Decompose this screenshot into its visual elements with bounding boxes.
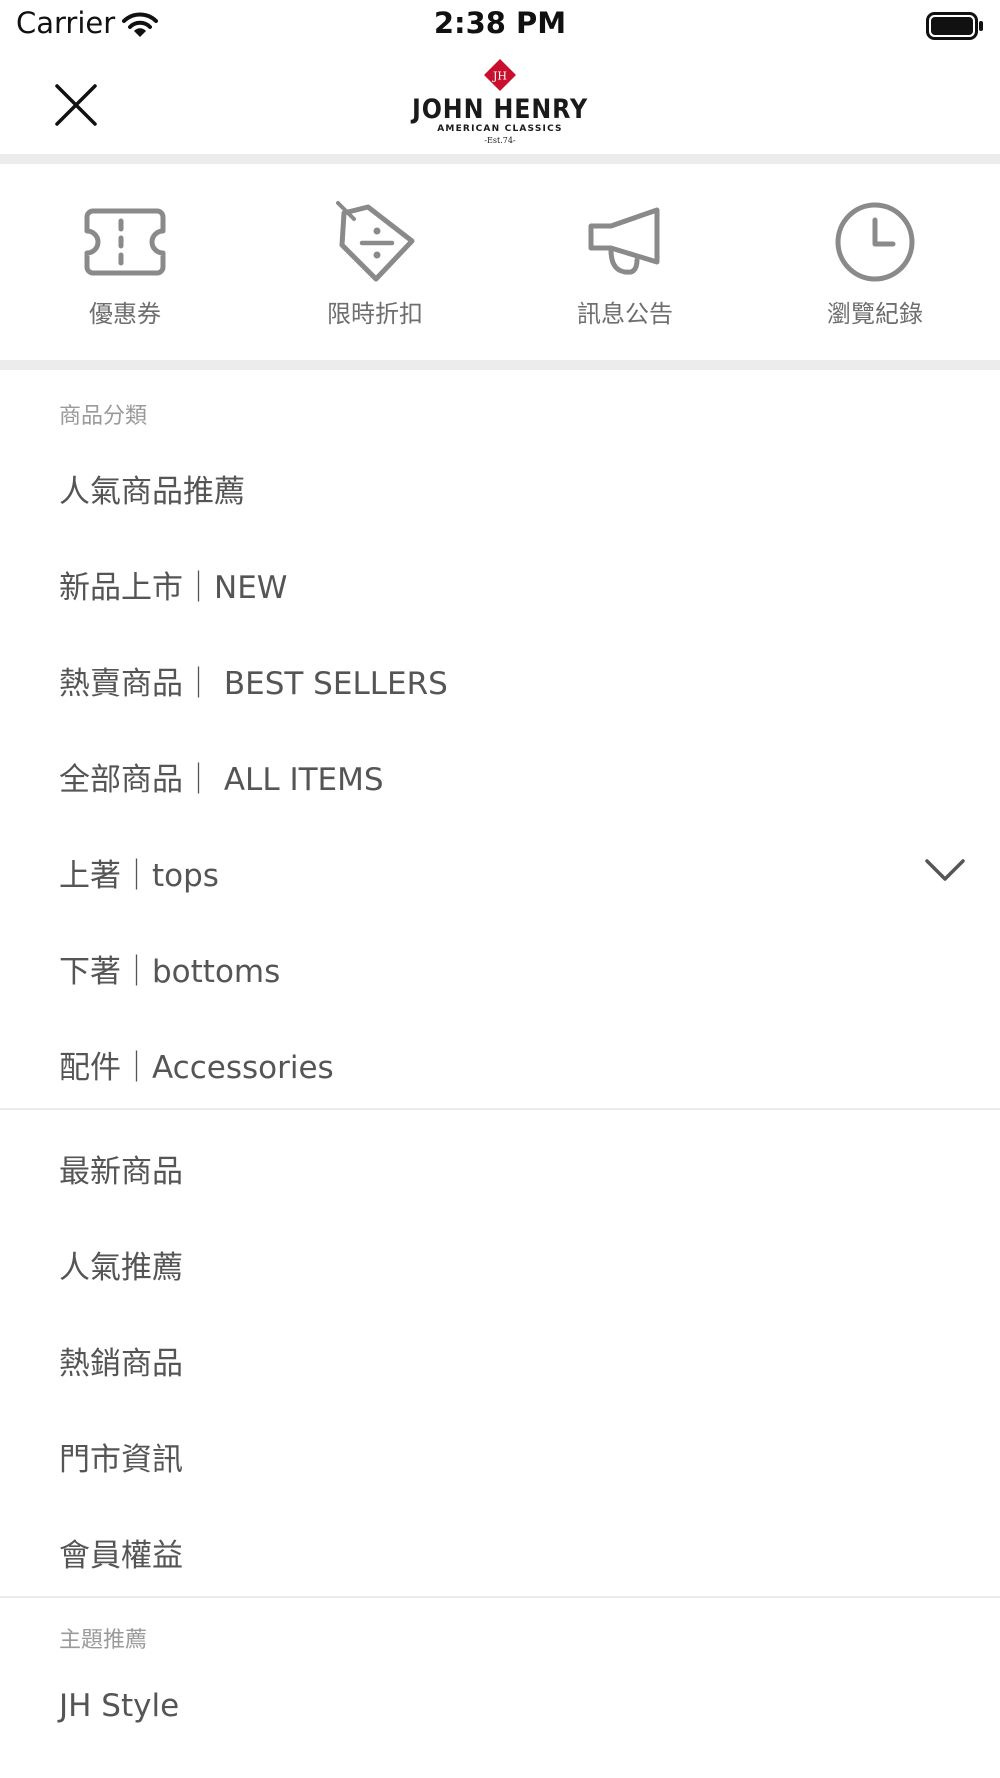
menu-item-label: 人氣推薦 — [59, 1249, 183, 1286]
battery-icon — [926, 12, 983, 40]
shortcut-bar: 優惠券 限時折扣 訊息公告 瀏覽紀錄 — [0, 164, 1000, 360]
menu-item-label: 上著｜tops — [59, 857, 219, 894]
menu-item-new[interactable]: 新品上市｜NEW — [0, 536, 1000, 632]
shortcut-flash-sale[interactable]: 限時折扣 — [250, 164, 500, 360]
logo-diamond-icon: JH — [484, 59, 516, 91]
ticket-icon — [84, 208, 166, 276]
menu-item-latest-products[interactable]: 最新商品 — [0, 1120, 1000, 1216]
brand-logo[interactable]: JH JOHN HENRY AMERICAN CLASSICS -Est.74- — [0, 56, 1000, 146]
header: JH JOHN HENRY AMERICAN CLASSICS -Est.74- — [0, 52, 1000, 154]
menu-item-bottoms[interactable]: 下著｜bottoms — [0, 920, 1000, 1016]
menu-item-label: 最新商品 — [59, 1153, 183, 1190]
megaphone-icon — [588, 207, 660, 275]
menu-item-member-benefits[interactable]: 會員權益 — [0, 1504, 1000, 1600]
shortcut-announcements[interactable]: 訊息公告 — [500, 164, 750, 360]
menu-item-tops[interactable]: 上著｜tops — [0, 824, 1000, 920]
menu-item-accessories[interactable]: 配件｜Accessories — [0, 1016, 1000, 1112]
logo-brand: JOHN HENRY — [411, 94, 589, 125]
shortcut-history[interactable]: 瀏覽紀錄 — [750, 164, 1000, 360]
status-time: 2:38 PM — [433, 6, 567, 40]
menu-item-label: JH Style — [59, 1688, 180, 1724]
menu-item-label: 熱賣商品｜ BEST SELLERS — [59, 665, 448, 702]
category-list: 人氣商品推薦 新品上市｜NEW 熱賣商品｜ BEST SELLERS 全部商品｜… — [0, 440, 1000, 1112]
menu-item-jh-style[interactable]: JH Style — [0, 1658, 1000, 1754]
menu-item-label: 門市資訊 — [59, 1441, 183, 1478]
divider — [0, 360, 1000, 370]
menu-item-label: 下著｜bottoms — [59, 953, 281, 990]
menu-item-label: 會員權益 — [59, 1537, 183, 1574]
menu-item-label: 配件｜Accessories — [59, 1049, 334, 1086]
shortcut-coupons[interactable]: 優惠券 — [0, 164, 250, 360]
menu-item-best-sellers[interactable]: 熱賣商品｜ BEST SELLERS — [0, 632, 1000, 728]
shortcut-label: 訊息公告 — [577, 300, 673, 328]
divider — [0, 154, 1000, 164]
shortcut-label: 優惠券 — [89, 300, 161, 328]
logo-monogram: JH — [492, 70, 507, 83]
menu-item-label: 新品上市｜NEW — [59, 569, 288, 606]
status-bar: Carrier 2:38 PM — [0, 0, 1000, 52]
logo-subtitle: AMERICAN CLASSICS — [437, 124, 563, 134]
menu-item-all-items[interactable]: 全部商品｜ ALL ITEMS — [0, 728, 1000, 824]
menu-item-popular-recommend[interactable]: 人氣商品推薦 — [0, 440, 1000, 536]
theme-list: JH Style — [0, 1658, 1000, 1754]
section-title-categories: 商品分類 — [59, 404, 148, 429]
link-list: 最新商品 人氣推薦 熱銷商品 門市資訊 會員權益 — [0, 1120, 1000, 1600]
menu-item-label: 全部商品｜ ALL ITEMS — [59, 761, 384, 798]
clock-icon — [835, 202, 915, 282]
discount-tag-icon — [336, 201, 415, 282]
shortcut-label: 瀏覽紀錄 — [827, 300, 923, 328]
chevron-down-icon[interactable] — [924, 858, 966, 882]
shortcut-label: 限時折扣 — [327, 300, 423, 328]
menu-item-popular[interactable]: 人氣推薦 — [0, 1216, 1000, 1312]
section-title-themes: 主題推薦 — [59, 1628, 148, 1653]
menu-item-label: 熱銷商品 — [59, 1345, 183, 1382]
logo-est: -Est.74- — [484, 136, 516, 145]
menu-item-hot-sales[interactable]: 熱銷商品 — [0, 1312, 1000, 1408]
menu-item-label: 人氣商品推薦 — [59, 473, 245, 510]
menu-item-store-info[interactable]: 門市資訊 — [0, 1408, 1000, 1504]
